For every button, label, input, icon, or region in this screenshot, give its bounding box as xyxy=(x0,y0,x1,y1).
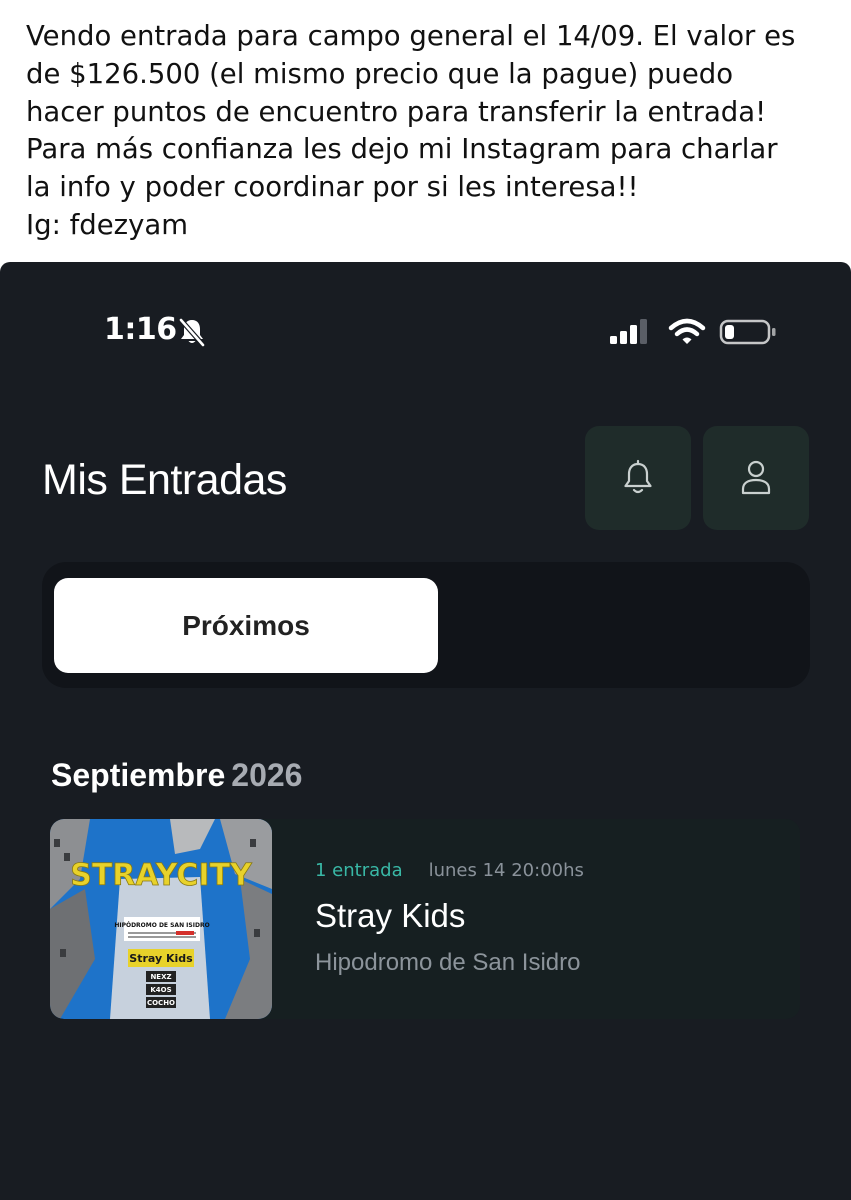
poster-title: STRAYCITY xyxy=(70,858,253,893)
month-label: Septiembre xyxy=(51,757,226,793)
bell-icon xyxy=(624,459,652,494)
tab-proximos[interactable]: Próximos xyxy=(54,578,438,673)
battery-icon xyxy=(719,319,776,345)
events-tab-bar: Próximos xyxy=(42,562,810,688)
poster-venue: HIPÓDROMO DE SAN ISIDRO xyxy=(114,922,209,929)
post-line: la info y poder coordinar por si les int… xyxy=(26,171,639,204)
post-line: de $126.500 (el mismo precio que la pagu… xyxy=(26,57,734,90)
phone-screenshot: 1:16 Mis Entradas Próximos Septiembre 20… xyxy=(0,262,851,1200)
poster-headliner: Stray Kids xyxy=(129,952,193,965)
cellular-signal-icon xyxy=(610,319,647,344)
month-heading: Septiembre 2026 xyxy=(51,757,302,794)
event-meta: 1 entrada lunes 14 20:00hs xyxy=(315,860,584,881)
post-line: hacer puntos de encuentro para transferi… xyxy=(26,95,767,128)
post-line: Para más confianza les dejo mi Instagram… xyxy=(26,133,778,166)
year-label: 2026 xyxy=(231,757,303,793)
profile-button[interactable] xyxy=(703,426,809,530)
user-icon xyxy=(741,460,771,495)
page-title: Mis Entradas xyxy=(42,456,287,504)
post-text: Vendo entrada para campo general el 14/0… xyxy=(26,18,836,245)
poster-act: NEXZ xyxy=(150,973,171,981)
notifications-button[interactable] xyxy=(585,426,691,530)
event-name: Stray Kids xyxy=(315,897,466,934)
post-line: Vendo entrada para campo general el 14/0… xyxy=(26,20,796,52)
poster-act: COCHO xyxy=(147,999,175,1007)
bell-slash-icon xyxy=(179,318,205,347)
status-time: 1:16 xyxy=(104,312,177,347)
event-card[interactable]: STRAYCITY HIPÓDROMO DE SAN ISIDRO Stray … xyxy=(50,819,800,1019)
poster-act: K4OS xyxy=(150,986,171,994)
post-line: Ig: fdezyam xyxy=(26,208,188,241)
event-datetime: lunes 14 20:00hs xyxy=(428,860,584,881)
event-venue: Hipodromo de San Isidro xyxy=(315,949,581,976)
wifi-icon xyxy=(668,318,706,344)
event-poster-image: STRAYCITY HIPÓDROMO DE SAN ISIDRO Stray … xyxy=(50,819,272,1019)
ticket-count: 1 entrada xyxy=(315,860,403,881)
